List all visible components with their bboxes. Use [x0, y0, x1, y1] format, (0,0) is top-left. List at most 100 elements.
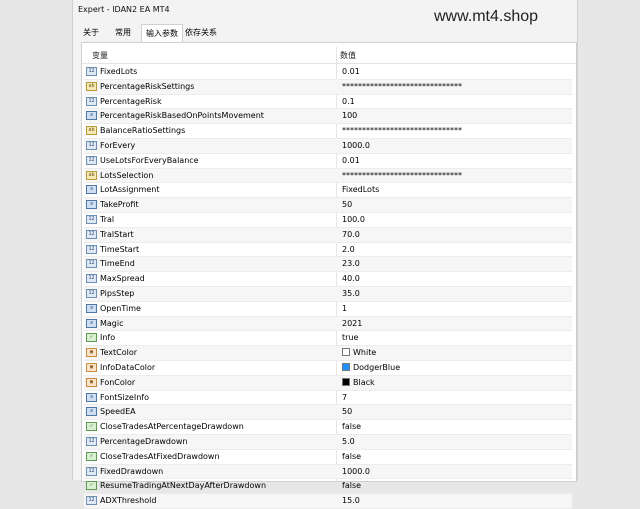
- param-value-cell[interactable]: 15.0: [342, 496, 360, 505]
- table-row[interactable]: ≡ LotAssignment FixedLots: [84, 183, 572, 199]
- enum-icon: ≡: [86, 185, 97, 195]
- param-value-cell[interactable]: ******************************: [342, 82, 462, 91]
- param-value-cell[interactable]: 50: [342, 200, 352, 209]
- param-value-cell[interactable]: 5.0: [342, 437, 355, 446]
- param-name: TimeEnd: [100, 259, 135, 269]
- table-row[interactable]: ≡ TakeProfit 50: [84, 198, 572, 213]
- param-name: LotAssignment: [100, 185, 160, 195]
- table-row[interactable]: ✓ Info true: [84, 331, 572, 347]
- color-swatch: [342, 362, 350, 371]
- param-value-cell[interactable]: 50: [342, 407, 352, 416]
- param-value-cell[interactable]: Black: [342, 377, 375, 387]
- table-row[interactable]: ▣ InfoDataColor DodgerBlue: [84, 361, 572, 376]
- color-icon: ▣: [86, 362, 97, 372]
- param-value-cell[interactable]: ******************************: [342, 126, 462, 135]
- param-value-cell[interactable]: ******************************: [342, 171, 462, 180]
- param-value: 7: [342, 392, 348, 402]
- column-header-variable[interactable]: 变量: [92, 50, 108, 61]
- param-value-cell[interactable]: 1000.0: [342, 467, 370, 476]
- param-value-cell[interactable]: FixedLots: [342, 185, 379, 194]
- param-name: PercentageRiskSettings: [100, 81, 195, 91]
- bool-icon: ✓: [86, 451, 97, 461]
- param-value-cell[interactable]: 2021: [342, 319, 362, 328]
- param-value: 1000.0: [342, 140, 370, 150]
- param-value-cell[interactable]: 35.0: [342, 289, 360, 298]
- param-name: ADXThreshold: [100, 496, 157, 506]
- param-value-cell[interactable]: 7: [342, 393, 347, 402]
- table-row[interactable]: 12 TralStart 70.0: [84, 227, 572, 243]
- param-name: FixedDrawdown: [100, 466, 164, 476]
- param-value-cell[interactable]: 0.01: [342, 156, 360, 165]
- column-header-value[interactable]: 数值: [340, 50, 356, 61]
- param-value-cell[interactable]: false: [342, 481, 361, 490]
- param-value-cell[interactable]: White: [342, 348, 376, 357]
- param-name: Tral: [100, 214, 115, 224]
- table-row[interactable]: ▣ FonColor Black: [84, 375, 572, 391]
- param-name: BalanceRatioSettings: [100, 126, 186, 136]
- table-row[interactable]: ✓ ResumeTradingAtNextDayAfterDrawdown fals…: [84, 479, 572, 495]
- table-row[interactable]: 12 ADXThreshold 15.0: [84, 494, 572, 509]
- param-name: PercentageDrawdown: [100, 436, 188, 446]
- tab-dependencies[interactable]: 依存关系: [181, 24, 221, 41]
- param-name: CloseTradesAtPercentageDrawdown: [100, 422, 244, 432]
- param-name: InfoDataColor: [100, 362, 156, 372]
- table-row[interactable]: ≡ SpeedEA 50: [84, 405, 572, 421]
- table-row[interactable]: 12 Tral 100.0: [84, 213, 572, 228]
- param-value-cell[interactable]: 100: [342, 111, 357, 120]
- table-row[interactable]: ab LotsSelection *************************…: [84, 168, 572, 184]
- table-row[interactable]: 12 FixedDrawdown 1000.0: [84, 464, 572, 480]
- table-row[interactable]: ✓ CloseTradesAtFixedDrawdown false: [84, 450, 572, 465]
- param-value-cell[interactable]: 40.0: [342, 274, 360, 283]
- table-row[interactable]: ≡ FontSizeInfo 7: [84, 391, 572, 406]
- table-row[interactable]: ≡ Magic 2021: [84, 316, 572, 332]
- table-row[interactable]: ≡ OpenTime 1: [84, 302, 572, 317]
- parameters-table: 12 FixedLots 0.01 ab PercentageRiskSettings *…: [84, 65, 572, 509]
- table-row[interactable]: 12 PercentageRisk 0.1: [84, 95, 572, 110]
- param-value-cell[interactable]: 2.0: [342, 245, 355, 254]
- param-value: false: [342, 451, 362, 461]
- param-value: 100.0: [342, 214, 365, 224]
- table-row[interactable]: 12 PercentageDrawdown 5.0: [84, 434, 572, 450]
- tab-inputs[interactable]: 输入参数: [141, 24, 183, 42]
- param-value: 35.0: [342, 288, 360, 298]
- param-value: 1000.0: [342, 466, 370, 476]
- num-icon: 12: [86, 244, 97, 254]
- table-row[interactable]: 12 TimeEnd 23.0: [84, 257, 572, 273]
- table-row[interactable]: ab PercentageRiskSettings ****************…: [84, 79, 572, 95]
- table-row[interactable]: ✓ CloseTradesAtPercentageDrawdown false: [84, 420, 572, 435]
- param-name: CloseTradesAtFixedDrawdown: [100, 451, 220, 461]
- bool-icon: ✓: [86, 333, 97, 343]
- param-value-cell[interactable]: 23.0: [342, 259, 360, 268]
- param-value-cell[interactable]: true: [342, 333, 358, 342]
- param-value: White: [353, 348, 377, 358]
- param-value-cell[interactable]: 70.0: [342, 230, 360, 239]
- table-row[interactable]: 12 TimeStart 2.0: [84, 243, 572, 258]
- tab-about[interactable]: 关于: [79, 24, 103, 41]
- num-icon: 12: [86, 259, 97, 269]
- param-value-cell[interactable]: 0.1: [342, 97, 355, 106]
- tab-common[interactable]: 常用: [111, 24, 135, 41]
- param-value-cell[interactable]: 1: [342, 304, 347, 313]
- table-row[interactable]: ▣ TextColor White: [84, 346, 572, 361]
- num-icon: 12: [86, 288, 97, 298]
- text-icon: ab: [86, 170, 97, 180]
- param-value-cell[interactable]: false: [342, 422, 361, 431]
- table-row[interactable]: 12 FixedLots 0.01: [84, 65, 572, 80]
- param-value-cell[interactable]: 0.01: [342, 67, 360, 76]
- table-row[interactable]: 12 ForEvery 1000.0: [84, 138, 572, 154]
- param-value-cell[interactable]: false: [342, 452, 361, 461]
- param-value: false: [342, 422, 362, 432]
- table-row[interactable]: ab BalanceRatioSettings ******************…: [84, 124, 572, 139]
- table-row[interactable]: 12 PipsStep 35.0: [84, 286, 572, 302]
- param-value-cell[interactable]: 100.0: [342, 215, 365, 224]
- param-value: 15.0: [342, 496, 360, 506]
- param-value-cell[interactable]: DodgerBlue: [342, 362, 400, 372]
- table-row[interactable]: 12 MaxSpread 40.0: [84, 272, 572, 287]
- table-row[interactable]: ≡ PercentageRiskBasedOnPointsMovement 100: [84, 109, 572, 125]
- param-value: 50: [342, 407, 353, 417]
- param-name: ForEvery: [100, 140, 136, 150]
- table-row[interactable]: 12 UseLotsForEveryBalance 0.01: [84, 154, 572, 169]
- param-value: Black: [353, 377, 375, 387]
- param-value-cell[interactable]: 1000.0: [342, 141, 370, 150]
- param-value: 2021: [342, 318, 363, 328]
